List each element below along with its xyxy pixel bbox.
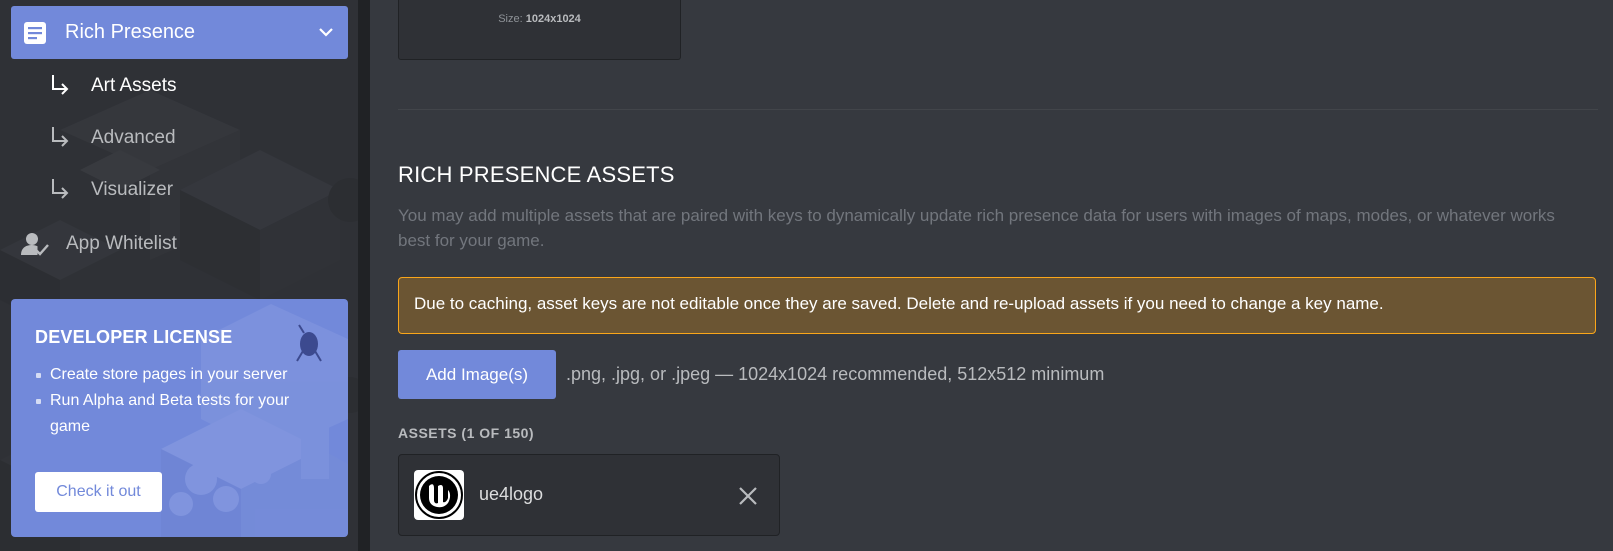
asset-item[interactable]: ue4logo xyxy=(398,454,780,536)
subdirectory-arrow-icon xyxy=(52,127,69,147)
upload-size-text: Size: 1024x1024 xyxy=(399,13,680,25)
promo-bullet: Create store pages in your server xyxy=(35,362,305,388)
sidebar-item-label: Art Assets xyxy=(91,75,177,96)
subdirectory-arrow-icon xyxy=(52,75,69,95)
subdirectory-arrow-icon xyxy=(52,179,69,199)
document-icon xyxy=(24,22,46,44)
assets-count-label: ASSETS (1 OF 150) xyxy=(398,425,535,441)
unreal-engine-logo-icon xyxy=(414,470,464,520)
sidebar-item-art-assets[interactable]: Art Assets xyxy=(45,70,335,104)
check-it-out-button[interactable]: Check it out xyxy=(35,472,162,512)
promo-bullet: Run Alpha and Beta tests for your game xyxy=(35,388,305,440)
upload-size-value: 1024x1024 xyxy=(525,13,581,25)
image-upload-card[interactable]: Size: 1024x1024 xyxy=(398,0,681,60)
promo-bullet-list: Create store pages in your server Run Al… xyxy=(35,362,305,440)
user-whitelist-icon xyxy=(21,233,49,256)
promo-title: DEVELOPER LICENSE xyxy=(35,327,233,347)
sidebar-item-label: Visualizer xyxy=(91,179,174,200)
chevron-down-icon[interactable] xyxy=(318,26,334,38)
asset-name: ue4logo xyxy=(479,484,544,504)
upload-size-label: Size: xyxy=(498,13,523,25)
accepted-formats-hint: .png, .jpg, or .jpeg — 1024x1024 recomme… xyxy=(566,364,1105,384)
sidebar-item-label: App Whitelist xyxy=(66,233,177,254)
nav-rich-presence-label: Rich Presence xyxy=(65,21,196,43)
developer-license-promo: DEVELOPER LICENSE Create store pages in … xyxy=(11,299,348,537)
sidebar-item-advanced[interactable]: Advanced xyxy=(45,122,335,156)
section-divider xyxy=(398,109,1598,110)
sidebar-item-visualizer[interactable]: Visualizer xyxy=(45,174,335,208)
sidebar-item-app-whitelist[interactable]: App Whitelist xyxy=(20,228,340,262)
warning-text: Due to caching, asset keys are not edita… xyxy=(414,294,1384,313)
sidebar-item-label: Advanced xyxy=(91,127,176,148)
sidebar: Rich Presence Art Assets Advanced Visual… xyxy=(0,0,358,551)
caching-warning-banner: Due to caching, asset keys are not edita… xyxy=(398,277,1596,334)
section-description: You may add multiple assets that are pai… xyxy=(398,206,1555,250)
add-images-button[interactable]: Add Image(s) xyxy=(398,350,556,399)
section-title: RICH PRESENCE ASSETS xyxy=(398,162,675,187)
sidebar-divider xyxy=(358,0,370,551)
close-icon[interactable] xyxy=(737,485,759,507)
nav-rich-presence[interactable]: Rich Presence xyxy=(11,6,348,59)
